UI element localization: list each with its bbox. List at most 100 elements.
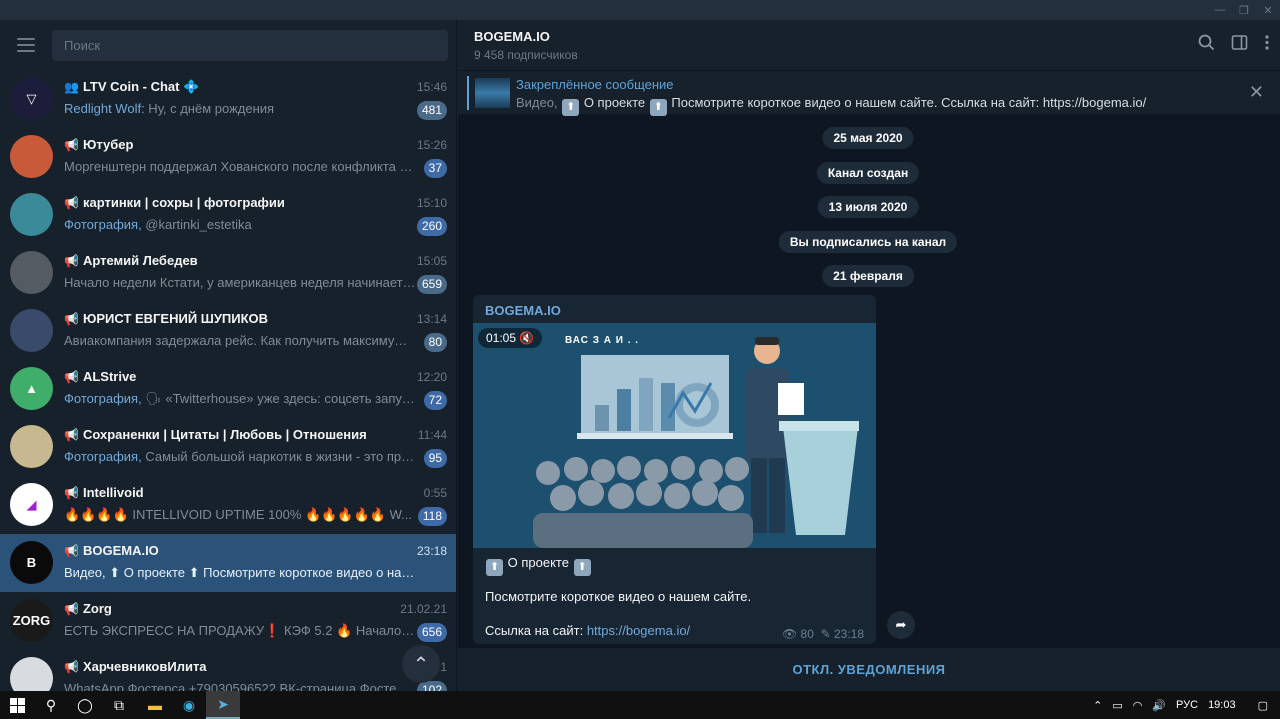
avatar[interactable] [10, 193, 53, 236]
avatar[interactable] [10, 135, 53, 178]
telegram-taskbar-icon[interactable]: ➤ [206, 691, 240, 719]
pinned-message-bar[interactable]: Закреплённое сообщение Видео, ⬆ О проект… [458, 70, 1280, 116]
chat-list-item[interactable]: ◢ 📢 Intellivoid 0:55 🔥🔥🔥🔥 INTELLIVOID UPTIME… [0, 476, 456, 534]
mute-icon[interactable]: 🔇 [519, 331, 534, 345]
wifi-icon[interactable]: ◠ [1133, 699, 1143, 712]
share-button[interactable]: ➦ [887, 611, 915, 639]
window-controls: — ❐ ✕ [1208, 0, 1280, 20]
up-arrow-icon: ⬆ [573, 559, 591, 576]
avatar[interactable]: ▽ [10, 77, 53, 120]
avatar[interactable] [10, 657, 53, 691]
header-actions [1198, 34, 1270, 56]
service-message: 25 мая 2020 [822, 127, 914, 149]
menu-icon[interactable] [0, 20, 52, 70]
scroll-up-button[interactable]: ⌃ [402, 645, 440, 683]
channel-header[interactable]: BOGEMA.IO 9 458 подписчиков [458, 20, 1280, 70]
chat-list-item[interactable]: 📢 ХарчевниковИлита 1 WhatsApp Фостерса +790… [0, 650, 456, 691]
notifications-icon[interactable]: ▢ [1258, 699, 1268, 712]
mute-notifications-button[interactable]: ОТКЛ. УВЕДОМЛЕНИЯ [458, 648, 1280, 691]
chat-list-item[interactable]: 📢 картинки | сохры | фотографии 15:10 Фотог… [0, 186, 456, 244]
chat-preview: Моргенштерн поддержал Хованского после к… [64, 159, 416, 174]
chat-preview: Видео, ⬆ О проекте ⬆ Посмотрите короткое… [64, 565, 416, 581]
service-message: Канал создан [816, 162, 920, 184]
service-message: 13 июля 2020 [817, 196, 919, 218]
language-indicator[interactable]: РУС [1176, 699, 1198, 711]
avatar[interactable] [10, 425, 53, 468]
file-explorer-icon[interactable]: ▬ [138, 691, 172, 719]
chat-preview: Фотография, 🗣 «Twitterhouse» уже здесь: … [64, 391, 416, 407]
pinned-body: О проекте [580, 95, 649, 110]
cortana-icon[interactable]: ◯ [68, 691, 102, 719]
chat-list: ▽ 👥 LTV Coin - Chat 💠 15:46 Redlight Wolf: Н… [0, 70, 456, 691]
video-duration-text: 01:05 [486, 331, 517, 345]
video-frame-illustration [473, 323, 876, 548]
search-input[interactable] [52, 29, 448, 61]
chat-list-item[interactable]: B 📢 BOGEMA.IO 23:18 Видео, ⬆ О проекте ⬆ Пос… [0, 534, 456, 592]
volume-icon[interactable]: 🔊 [1152, 699, 1166, 712]
search-icon[interactable] [1198, 34, 1215, 56]
battery-icon[interactable]: ▭ [1112, 699, 1122, 712]
sidebar-toggle-icon[interactable] [1231, 34, 1248, 56]
channel-type-icon: 👥 [64, 80, 79, 94]
unread-badge: 260 [416, 217, 447, 236]
chat-time: 13:14 [416, 312, 447, 326]
chat-time: 15:26 [416, 138, 447, 152]
preview-sender: Фотография, [64, 449, 142, 464]
channel-type-icon: 📢 [64, 660, 79, 674]
avatar[interactable] [10, 251, 53, 294]
chat-list-item[interactable]: ▲ 📢 ALStrive 12:20 Фотография, 🗣 «Twitterhou… [0, 360, 456, 418]
close-icon[interactable]: ✕ [1249, 82, 1264, 103]
chat-title: ALStrive [82, 369, 137, 384]
chat-name: 📢 Zorg [64, 601, 112, 616]
preview-sender: Redlight Wolf: [64, 101, 145, 116]
chat-list-item[interactable]: ▽ 👥 LTV Coin - Chat 💠 15:46 Redlight Wolf: Н… [0, 70, 456, 128]
task-view-icon[interactable]: ⧉ [102, 691, 136, 719]
maximize-button[interactable]: ❐ [1232, 0, 1256, 20]
avatar[interactable]: ▲ [10, 367, 53, 410]
chat-preview: 🔥🔥🔥🔥 INTELLIVOID UPTIME 100% 🔥🔥🔥🔥🔥 W... [64, 507, 416, 523]
chat-name: 📢 BOGEMA.IO [64, 543, 159, 558]
message-line-1-text: О проекте [504, 555, 573, 570]
share-icon: ➦ [895, 617, 907, 632]
message-line-3: Ссылка на сайт: https://bogema.io/ [485, 623, 690, 638]
chat-time: 0:55 [423, 486, 447, 500]
chevron-up-icon[interactable]: ⌃ [1093, 699, 1102, 712]
chat-time: 15:10 [416, 196, 447, 210]
view-count: 80 [800, 627, 814, 641]
avatar-text: ▲ [25, 381, 38, 396]
chat-name: 📢 Ютубер [64, 137, 133, 152]
unread-badge: 95 [423, 449, 447, 468]
edge-browser-icon[interactable]: ◉ [172, 691, 206, 719]
close-window-button[interactable]: ✕ [1256, 0, 1280, 20]
subscriber-count: 9 458 подписчиков [474, 48, 578, 62]
avatar[interactable] [10, 309, 53, 352]
chat-list-item[interactable]: 📢 ЮРИСТ ЕВГЕНИЙ ШУПИКОВ 13:14 Авиакомпания … [0, 302, 456, 360]
preview-sender: Фотография, [64, 391, 142, 406]
chat-list-item[interactable]: 📢 Артемий Лебедев 15:05 Начало недели Кстат… [0, 244, 456, 302]
unread-badge: 659 [416, 275, 447, 294]
pinned-text: Видео, ⬆ О проекте ⬆ Посмотрите короткое… [516, 95, 1146, 116]
avatar[interactable]: ◢ [10, 483, 53, 526]
unread-badge: 481 [416, 101, 447, 120]
chat-preview: Начало недели Кстати, у американцев неде… [64, 275, 416, 290]
chevron-up-icon: ⌃ [412, 653, 430, 676]
avatar[interactable]: ZORG [10, 599, 53, 642]
unread-badge: 656 [416, 623, 447, 642]
channel-message[interactable]: BOGEMA.IO 01:05 🔇 ВАС З А И . . ⬆ О прое… [473, 295, 876, 644]
avatar-text: ◢ [26, 496, 37, 512]
clock[interactable]: 19:03 [1208, 699, 1236, 711]
chat-list-item[interactable]: ZORG 📢 Zorg 21.02.21 ЕСТЬ ЭКСПРЕСС НА ПРОДАЖ… [0, 592, 456, 650]
minimize-button[interactable]: — [1208, 0, 1232, 20]
chat-list-item[interactable]: 📢 Ютубер 15:26 Моргенштерн поддержал Хованс… [0, 128, 456, 186]
preview-text: Ну, с днём рождения [144, 101, 275, 116]
chat-list-item[interactable]: 📢 Сохраненки | Цитаты | Любовь | Отношени… [0, 418, 456, 476]
website-link[interactable]: https://bogema.io/ [587, 623, 690, 638]
chat-name: 📢 картинки | сохры | фотографии [64, 195, 285, 210]
video-player[interactable]: 01:05 🔇 ВАС З А И . . [473, 323, 876, 548]
more-vertical-icon[interactable] [1264, 34, 1270, 56]
message-author[interactable]: BOGEMA.IO [485, 303, 561, 318]
search-icon[interactable]: ⚲ [34, 691, 68, 719]
pinned-title: Закреплённое сообщение [516, 77, 674, 92]
avatar[interactable]: B [10, 541, 53, 584]
windows-start-icon[interactable] [0, 691, 34, 719]
